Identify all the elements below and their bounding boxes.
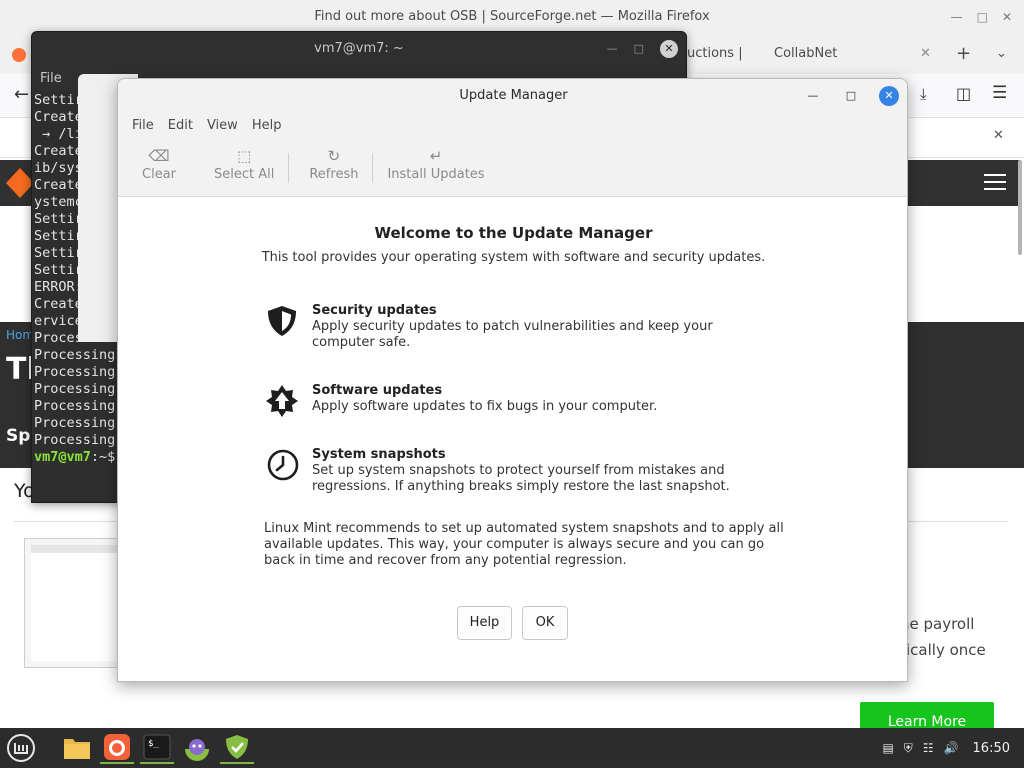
welcome-title: Welcome to the Update Manager — [374, 224, 653, 242]
update-manager-window: Update Manager — □ ✕ File Edit View Help… — [117, 78, 908, 682]
firefox-title-bar: Find out more about OSB | SourceForge.ne… — [0, 0, 1024, 34]
toolbar-separator — [288, 153, 290, 183]
toolbar: ⌫ Clear ⬚ Select All ↻ Refresh ↵ Install… — [130, 145, 497, 183]
minimize-icon[interactable]: — — [803, 86, 823, 106]
clock[interactable]: 16:50 — [973, 741, 1010, 756]
window-controls: — □ ✕ — [803, 86, 899, 106]
hamburger-menu-icon[interactable] — [984, 174, 1006, 190]
terminal-icon[interactable]: $_ — [140, 732, 174, 764]
star-arrow-icon — [264, 383, 312, 423]
screenshot-thumbnail[interactable] — [24, 538, 124, 668]
breadcrumb-home[interactable]: Hom — [6, 328, 34, 342]
close-icon[interactable]: ✕ — [660, 40, 678, 58]
shield-tray-icon[interactable]: ⛨ — [904, 741, 913, 756]
files-icon[interactable] — [60, 732, 94, 764]
menu-edit[interactable]: Edit — [161, 115, 200, 137]
update-manager-icon[interactable] — [220, 732, 254, 764]
terminal-title-bar: vm7@vm7: ~ — □ ✕ — [32, 32, 686, 66]
close-icon[interactable]: ✕ — [1002, 10, 1012, 24]
feature-description: Apply security updates to patch vulnerab… — [312, 319, 713, 350]
menu-help[interactable]: Help — [245, 115, 289, 137]
refresh-label: Refresh — [309, 167, 359, 182]
select-all-icon: ⬚ — [237, 147, 252, 165]
tab-collabnet[interactable]: CollabNet — [774, 40, 837, 68]
mintinstall-icon[interactable] — [180, 732, 214, 764]
firefox-icon[interactable] — [100, 732, 134, 764]
clipboard-icon[interactable]: ▤ — [882, 741, 893, 755]
system-tray: ▤ ⛨ ☷ 🔊 16:50 — [882, 728, 1010, 768]
close-icon[interactable]: ✕ — [879, 86, 899, 106]
firefox-window-controls: — □ ✕ — [951, 0, 1012, 34]
menu-icon[interactable] — [4, 732, 38, 764]
body-text-payroll: he payroll — [900, 615, 975, 633]
new-tab-icon[interactable]: + — [956, 40, 971, 68]
maximize-icon[interactable]: □ — [841, 86, 861, 106]
minimize-icon[interactable]: — — [607, 32, 618, 66]
feature-title: Security updates — [312, 303, 437, 318]
tab-close-icon[interactable]: ✕ — [920, 40, 931, 68]
svg-text:$_: $_ — [148, 739, 159, 749]
extensions-icon[interactable]: ◫ — [956, 84, 971, 103]
firefox-icon — [12, 48, 26, 62]
network-icon[interactable]: ☷ — [923, 741, 934, 755]
taskbar: $_ ▤ ⛨ ☷ 🔊 16:50 — [0, 728, 1024, 768]
maximize-icon[interactable]: □ — [977, 10, 988, 24]
clear-label: Clear — [142, 167, 176, 182]
select-all-button[interactable]: ⬚ Select All — [202, 145, 286, 182]
window-title: Update Manager — [459, 88, 568, 103]
install-updates-button[interactable]: ↵ Install Updates — [375, 145, 496, 182]
tab-partial[interactable]: uctions | — [687, 40, 743, 68]
menu-file[interactable]: File — [125, 115, 161, 137]
shield-icon — [264, 303, 312, 351]
install-updates-label: Install Updates — [387, 167, 485, 182]
maximize-icon[interactable]: □ — [634, 32, 644, 66]
update-manager-header: Update Manager — □ ✕ File Edit View Help… — [118, 79, 907, 197]
scrollbar[interactable] — [1018, 160, 1022, 255]
notification-close-icon[interactable]: ✕ — [993, 128, 1004, 143]
menu-bar: File Edit View Help — [125, 115, 288, 137]
ok-button[interactable]: OK — [522, 606, 568, 640]
select-all-label: Select All — [214, 167, 275, 182]
firefox-window-title: Find out more about OSB | SourceForge.ne… — [314, 9, 710, 24]
clock-icon — [264, 447, 312, 495]
clear-button[interactable]: ⌫ Clear — [130, 145, 188, 182]
terminal-menu-file[interactable]: File — [40, 71, 62, 86]
back-icon[interactable]: ← — [14, 84, 29, 105]
tab-list-icon[interactable]: ⌄ — [996, 40, 1007, 68]
feature-description: Set up system snapshots to protect yours… — [312, 463, 730, 494]
minimize-icon[interactable]: — — [951, 10, 963, 24]
feature-snapshots: System snapshots Set up system snapshots… — [264, 447, 754, 495]
downloads-icon[interactable]: ⤓ — [920, 85, 927, 103]
welcome-page: Welcome to the Update Manager This tool … — [118, 198, 907, 681]
app-menu-icon[interactable]: ☰ — [992, 83, 1007, 103]
body-text-ically: ically once — [906, 641, 986, 659]
menu-view[interactable]: View — [200, 115, 245, 137]
help-button[interactable]: Help — [457, 606, 512, 640]
toolbar-separator — [372, 153, 374, 183]
welcome-subtitle: This tool provides your operating system… — [261, 250, 766, 265]
feature-title: Software updates — [312, 383, 443, 398]
terminal-title: vm7@vm7: ~ — [314, 41, 404, 56]
feature-description: Apply software updates to fix bugs in yo… — [312, 399, 658, 414]
refresh-icon: ↻ — [327, 147, 341, 165]
clear-icon: ⌫ — [148, 147, 170, 165]
refresh-button[interactable]: ↻ Refresh — [297, 145, 370, 182]
feature-software: Software updates Apply software updates … — [264, 383, 754, 423]
sourceforge-logo[interactable] — [6, 168, 34, 198]
terminal-window-controls: — □ ✕ — [607, 32, 678, 66]
recommendation-note: Linux Mint recommends to set up automate… — [264, 521, 784, 568]
feature-title: System snapshots — [312, 447, 446, 462]
feature-security: Security updates Apply security updates … — [264, 303, 754, 351]
volume-icon[interactable]: 🔊 — [944, 741, 959, 755]
hero-subtitle: Sp — [6, 426, 31, 446]
install-icon: ↵ — [429, 147, 443, 165]
